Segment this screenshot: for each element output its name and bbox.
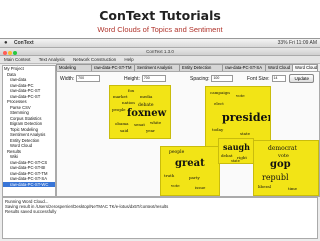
cloud-word: said — [120, 128, 129, 133]
tab-entity-detection[interactable]: Entity Detection — [179, 64, 223, 71]
font-size-input[interactable]: 14 — [271, 75, 286, 82]
close-window-button[interactable] — [3, 50, 7, 55]
word-cloud-image: fox market media nation debate people fo… — [109, 85, 171, 139]
menu-help[interactable]: Help — [124, 57, 133, 62]
word-cloud-image: saugh debat right state — [218, 138, 254, 164]
cloud-word: obama — [115, 121, 129, 126]
cloud-word: issue — [195, 185, 206, 190]
cloud-word: white — [150, 120, 162, 125]
cloud-word: truth — [164, 173, 175, 178]
cloud-word: media — [140, 94, 153, 99]
font-size-label: Font Size: — [247, 75, 270, 82]
cloud-word: gop — [270, 159, 291, 170]
cloud-word: party — [189, 175, 200, 180]
cloud-word: people — [169, 150, 185, 155]
console-output: Running Word Cloud... Saving result in /… — [2, 197, 318, 239]
apple-icon[interactable]: ● — [4, 39, 8, 47]
width-control: Width: 700 — [60, 75, 101, 82]
height-input[interactable]: 700 — [141, 75, 166, 82]
cloud-word: campaign — [210, 90, 230, 95]
project-tree[interactable]: My Project Data raw-data raw-data-PC raw-dat… — [2, 65, 56, 197]
spacing-label: Spacing: — [190, 75, 210, 82]
cloud-word: people — [112, 107, 126, 112]
tab-bar: Modeling raw-data-PC-ST-TM Sentiment Ana… — [56, 64, 318, 71]
cloud-word: debat — [221, 153, 233, 158]
tab-raw-data-pc-st-sa[interactable]: raw-data-PC-ST-SA — [222, 64, 266, 71]
cloud-word: republ — [262, 173, 289, 182]
cloud-word: saugh — [223, 142, 250, 152]
cloud-word: senat — [134, 122, 145, 127]
menu-main-context[interactable]: Main Context — [4, 57, 31, 62]
tab-raw-data-pc-st-tm[interactable]: raw-data-PC-ST-TM — [91, 64, 135, 71]
cloud-word: time — [288, 186, 298, 191]
slide-subtitle: Word Clouds of Topics and Sentiment — [97, 25, 223, 34]
width-label: Width: — [60, 75, 75, 82]
cloud-word: vote — [171, 183, 180, 188]
zoom-window-button[interactable] — [13, 50, 17, 55]
cloud-word: elect — [214, 101, 224, 106]
app-menu: Main Context Text Analysis Network Const… — [0, 56, 320, 64]
cloud-word: state — [240, 131, 251, 136]
height-control: Height: 700 — [124, 75, 166, 82]
window-titlebar[interactable]: ConText 1.3.0 — [0, 48, 320, 56]
cloud-word: market — [113, 94, 128, 99]
menu-text-analysis[interactable]: Text Analysis — [39, 57, 65, 62]
cloud-word: great — [175, 158, 205, 169]
spacing-control: Spacing: 100 — [190, 75, 234, 82]
width-input[interactable]: 700 — [76, 75, 101, 82]
tab-word-cloud-active[interactable]: Word Cloud — [292, 64, 318, 71]
cloud-word: nation — [122, 100, 135, 105]
cloud-word: president — [222, 111, 270, 124]
mac-menu-bar: ● ConText 33% Fri 11:09 AM — [0, 39, 320, 48]
word-cloud-image: people great truth party vote issue — [160, 146, 220, 196]
cloud-word: year — [146, 128, 155, 133]
menu-network-construction[interactable]: Network Construction — [73, 57, 116, 62]
cloud-word: vote — [236, 93, 245, 98]
app-window: ● ConText 33% Fri 11:09 AM ConText 1.3.0… — [0, 38, 320, 241]
word-cloud-image: democrat vote gop republ liberal time — [253, 140, 319, 196]
window-title: ConText 1.3.0 — [146, 49, 174, 54]
cloud-word: fox — [128, 88, 135, 93]
height-label: Height: — [124, 75, 140, 82]
spacing-input[interactable]: 100 — [211, 75, 234, 82]
cloud-word: state — [231, 159, 240, 163]
word-cloud-panel: Width: 700 Height: 700 Spacing: 100 Font Si… — [56, 71, 320, 197]
cloud-word: liberal — [258, 184, 272, 189]
cloud-word: today — [212, 127, 224, 132]
tab-sentiment-analysis[interactable]: Sentiment Analysis — [134, 64, 180, 71]
cloud-word: foxnew — [127, 108, 167, 119]
tab-modeling[interactable]: Modeling — [56, 64, 92, 71]
update-button[interactable]: Update — [289, 74, 314, 83]
app-name[interactable]: ConText — [14, 39, 34, 47]
tab-word-cloud[interactable]: Word Cloud — [265, 64, 295, 71]
minimize-window-button[interactable] — [8, 50, 12, 55]
tree-item[interactable]: raw-data-PC-ST-WC — [3, 181, 55, 187]
slide-title: ConText Tutorials — [99, 8, 221, 23]
menubar-status: 33% Fri 11:09 AM — [277, 40, 317, 46]
console-line: Results saved successfully — [5, 209, 57, 215]
font-size-control: Font Size: 14 — [247, 75, 286, 82]
cloud-word: democrat — [268, 145, 297, 152]
